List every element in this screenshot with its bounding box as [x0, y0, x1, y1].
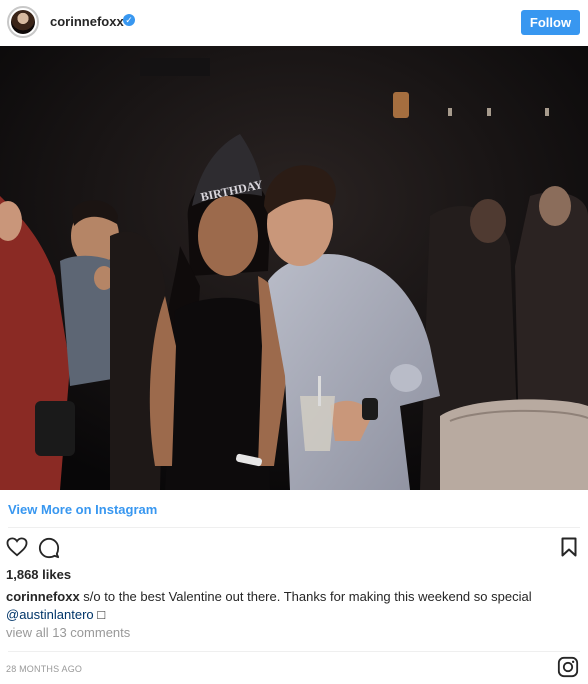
photo-illustration: BIRTHDAY: [0, 46, 588, 490]
username-link[interactable]: corinnefoxx: [50, 14, 124, 29]
view-comments-link[interactable]: view all 13 comments: [6, 625, 130, 640]
instagram-icon[interactable]: [557, 656, 579, 678]
post-photo[interactable]: BIRTHDAY: [0, 46, 588, 490]
view-more-link[interactable]: View More on Instagram: [8, 502, 157, 517]
caption-emoji: □: [97, 607, 106, 622]
avatar-image: [11, 10, 35, 34]
heart-icon[interactable]: [6, 537, 28, 557]
bookmark-icon[interactable]: [561, 537, 577, 557]
caption-text: s/o to the best Valentine out there. Tha…: [79, 589, 532, 604]
action-bar: [0, 534, 588, 562]
divider: [8, 527, 580, 528]
post-caption: corinnefoxx s/o to the best Valentine ou…: [6, 588, 582, 624]
post-header: corinnefoxx ✓ Follow: [0, 0, 588, 46]
post-timestamp: 28 MONTHS AGO: [6, 664, 83, 674]
verified-badge-icon: ✓: [123, 14, 135, 26]
follow-button[interactable]: Follow: [521, 10, 580, 35]
like-count[interactable]: 1,868 likes: [6, 567, 71, 582]
instagram-embed-card: corinnefoxx ✓ Follow BIRTHDAY View More …: [0, 0, 588, 684]
caption-username[interactable]: corinnefoxx: [6, 589, 80, 604]
comment-icon[interactable]: [38, 537, 60, 559]
divider: [8, 651, 580, 652]
caption-mention-link[interactable]: @austinlantero: [6, 607, 94, 622]
avatar[interactable]: [7, 6, 39, 38]
